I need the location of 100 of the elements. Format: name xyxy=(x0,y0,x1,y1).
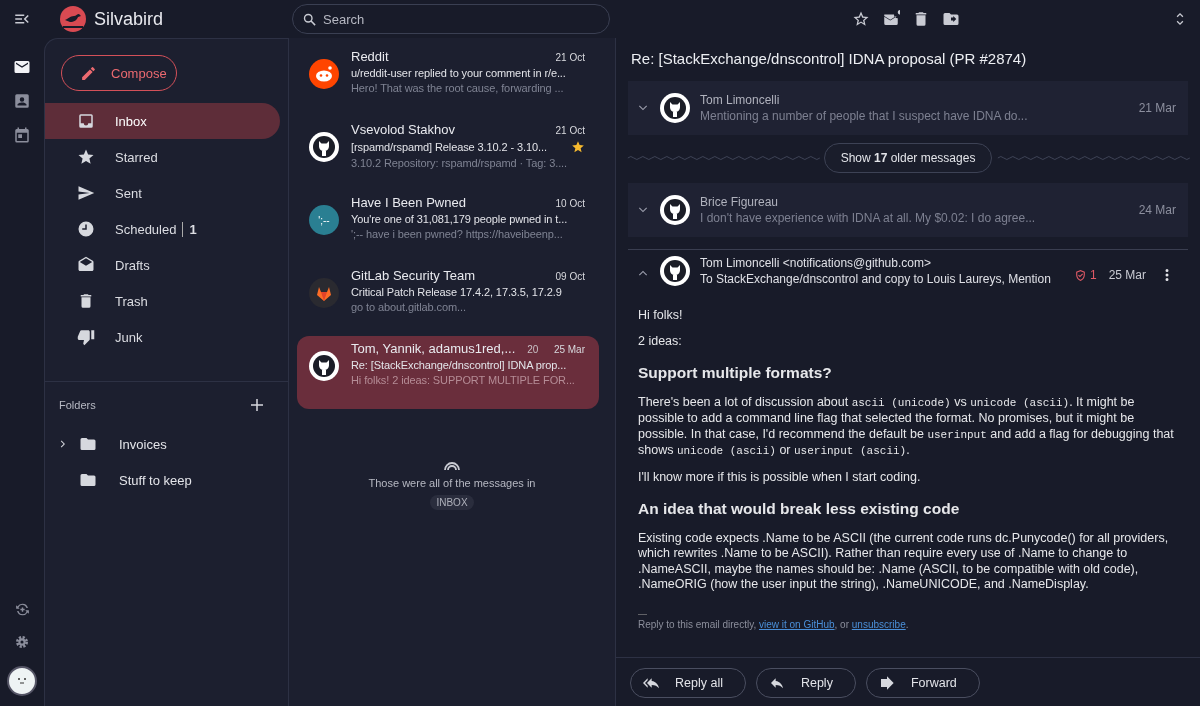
reply-icon xyxy=(768,675,785,691)
mailbox-label: Starred xyxy=(115,149,158,165)
link[interactable]: view it on GitHub xyxy=(758,618,835,630)
star-icon[interactable] xyxy=(852,10,870,28)
folder-arrow-icon[interactable] xyxy=(942,10,960,28)
message-subject: Critical Patch Release 17.4.2, 17.3.5, 17.2.9 xyxy=(351,286,562,298)
open-envelope-icon xyxy=(77,256,95,274)
sender-name: Tom Limoncelli xyxy=(700,93,781,107)
flag-count: 1 xyxy=(1089,268,1097,282)
collapsed-message[interactable]: Tom Limoncelli Mentioning a number of people that I suspect have IDNA do... 21 Mar xyxy=(628,81,1188,135)
message-preview: Hero! That was the root cause, forwarding ... xyxy=(351,82,565,94)
message-date: 09 Oct xyxy=(555,271,585,282)
avatar-icon xyxy=(309,278,339,308)
body-heading: Support multiple formats? xyxy=(638,365,833,381)
body-paragraph: There's been a lot of discussion about ascii (unicode) vs unicode (ascii). It might be possible to add a command line flag that selected the format. No promises, but it might be possible. In that case, I'd recommend the default be userinput and add a flag for debugging that shows unicode (ascii) or userinput (ascii). xyxy=(638,394,1175,459)
sender-name: Have I Been Pwned xyxy=(351,195,466,210)
arcs-icon xyxy=(443,459,461,471)
message-item[interactable]: Reddit 21 Oct u/reddit-user replied to your comment in r/e... Hero! That was the root cause, forwarding ... xyxy=(297,44,599,117)
footer-text: Reply to this email directly, view it on GitHub, or unsubscribe. xyxy=(638,618,910,631)
sender-name: Vsevolod Stakhov xyxy=(351,122,456,137)
clock-icon xyxy=(77,220,95,238)
message-item[interactable]: GitLab Security Team 09 Oct Critical Patch Release 17.4.2, 17.3.5, 17.2.9 go to about.gitlab.com... xyxy=(297,263,599,336)
pencil-icon xyxy=(80,64,97,82)
avatar-icon xyxy=(309,132,339,162)
body-paragraph: Existing code expects .Name to be ASCII (the current code runs dc.Punycode() for all providers, which rewrites .Name to be ASCII). Rather than require every use of .Name to change to .NameASCII, maybe the names should be: .Name (ASCII, to be compatible with old code), .NameORIG (how the user input the string), .NameUNICODE, and .NameDisplay. xyxy=(638,530,1170,593)
send-icon xyxy=(77,184,95,202)
sender-name: GitLab Security Team xyxy=(351,268,476,283)
app-name: Silvabird xyxy=(94,8,164,30)
star-icon[interactable] xyxy=(571,140,585,154)
collapsed-message[interactable]: Brice Figureau I don't have experience with IDNA at all. My $0.02: I do agree... 24 Mar xyxy=(628,183,1188,237)
section-title: Folders xyxy=(59,399,96,411)
mailbox-item[interactable]: Drafts xyxy=(45,247,280,283)
message-date: 10 Oct xyxy=(555,198,585,209)
sender-name: Tom, Yannik, adamus1red,... xyxy=(351,341,516,356)
message-snippet: Mentioning a number of people that I suspect have IDNA do... xyxy=(700,109,1029,123)
mailbox-item[interactable]: Scheduled 1 xyxy=(45,211,280,247)
unread-count: 1 xyxy=(182,221,197,237)
message-date: 21 Oct xyxy=(555,125,585,136)
shield-icon xyxy=(1073,268,1087,282)
thread-subject: Re: [StackExchange/dnscontrol] IDNA proposal (PR #2874) xyxy=(630,49,1028,69)
message-subject: You're one of 31,081,179 people pwned in t... xyxy=(351,213,568,225)
mailbox-label: Inbox xyxy=(115,113,147,129)
body-paragraph: I'll know more if this is possible when I start coding. xyxy=(638,469,922,485)
thumbs-down-icon xyxy=(77,328,95,346)
message-date: 21 Oct xyxy=(555,52,585,63)
mailbox-item[interactable]: Sent xyxy=(45,175,280,211)
mailbox-tag: INBOX xyxy=(430,495,474,510)
envelope-icon[interactable] xyxy=(13,58,31,76)
mailbox-item[interactable]: Junk xyxy=(45,319,280,355)
user-avatar[interactable] xyxy=(7,666,37,696)
mailbox-label: Sent xyxy=(115,185,142,201)
message-item[interactable]: Vsevolod Stakhov 21 Oct [rspamd/rspamd] Release 3.10.2 - 3.10... 3.10.2 Repository: rspamd/rspamd · Tag: 3.... xyxy=(297,117,599,190)
folder-icon xyxy=(79,435,97,453)
message-preview: go to about.gitlab.com... xyxy=(351,301,467,313)
signature-dash: — xyxy=(638,608,648,619)
avatar-icon xyxy=(660,195,690,225)
mailbox-label: Junk xyxy=(115,329,143,345)
sender-name: Brice Figureau xyxy=(700,195,780,209)
mailbox-label: Trash xyxy=(115,293,148,309)
mailbox-item[interactable]: Trash xyxy=(45,283,280,319)
avatar-icon xyxy=(660,256,690,286)
message-subject: u/reddit-user replied to your comment in r/e... xyxy=(351,67,566,79)
message-item[interactable]: Tom, Yannik, adamus1red,... 20 25 Mar Re: [StackExchange/dnscontrol] IDNA prop... Hi folks! 2 ideas: SUPPORT MULTIPLE FOR... xyxy=(297,336,599,409)
folder-label[interactable]: Stuff to keep xyxy=(119,472,192,488)
message-item[interactable]: ';-- Have I Been Pwned 10 Oct You're one of 31,081,179 people pwned in t... ';-- have i been pwned? https://haveibeenp... xyxy=(297,190,599,263)
inbox-icon xyxy=(77,112,95,130)
body-heading: An idea that would break less existing code xyxy=(638,501,961,517)
thread-count: 20 xyxy=(527,344,539,355)
message-date: 24 Mar xyxy=(1138,203,1176,217)
avatar-icon xyxy=(309,351,339,381)
message-date: 21 Mar xyxy=(1138,101,1176,115)
body-paragraph: Hi folks! xyxy=(638,308,684,324)
link[interactable]: unsubscribe xyxy=(851,618,906,630)
end-of-list-text: Those were all of the messages in xyxy=(368,477,536,489)
logo-icon xyxy=(60,6,86,32)
search-field[interactable]: Search xyxy=(292,4,610,34)
avatar-icon xyxy=(660,93,690,123)
plus-icon[interactable] xyxy=(248,396,266,414)
body-paragraph: 2 ideas: xyxy=(638,333,683,349)
sender-name: Tom Limoncelli <notifications@github.com> xyxy=(700,256,932,270)
contact-card-icon[interactable] xyxy=(13,92,31,110)
message-subject: Re: [StackExchange/dnscontrol] IDNA prop... xyxy=(351,359,567,371)
star-icon xyxy=(77,148,95,166)
settings-icon[interactable] xyxy=(14,634,30,650)
folder-label[interactable]: Invoices xyxy=(119,436,167,452)
sync-icon[interactable] xyxy=(13,601,31,618)
mailbox-item[interactable]: Starred xyxy=(45,139,280,175)
search-icon xyxy=(302,12,317,27)
avatar: ';-- xyxy=(309,205,339,235)
message-preview: Hi folks! 2 ideas: SUPPORT MULTIPLE FOR... xyxy=(351,374,576,386)
reply-all-icon xyxy=(643,675,659,691)
mailbox-label: Scheduled xyxy=(115,221,177,237)
sender-name: Reddit xyxy=(351,49,389,64)
message-date: 25 Mar xyxy=(553,344,585,355)
avatar-icon xyxy=(309,59,339,89)
show-older-button[interactable]: Show 17 older messages xyxy=(823,143,993,173)
mailbox-item[interactable]: Inbox xyxy=(45,103,280,139)
calendar-icon[interactable] xyxy=(13,126,31,144)
message-preview: 3.10.2 Repository: rspamd/rspamd · Tag: 3.... xyxy=(351,157,568,169)
message-date: 25 Mar xyxy=(1108,268,1146,282)
